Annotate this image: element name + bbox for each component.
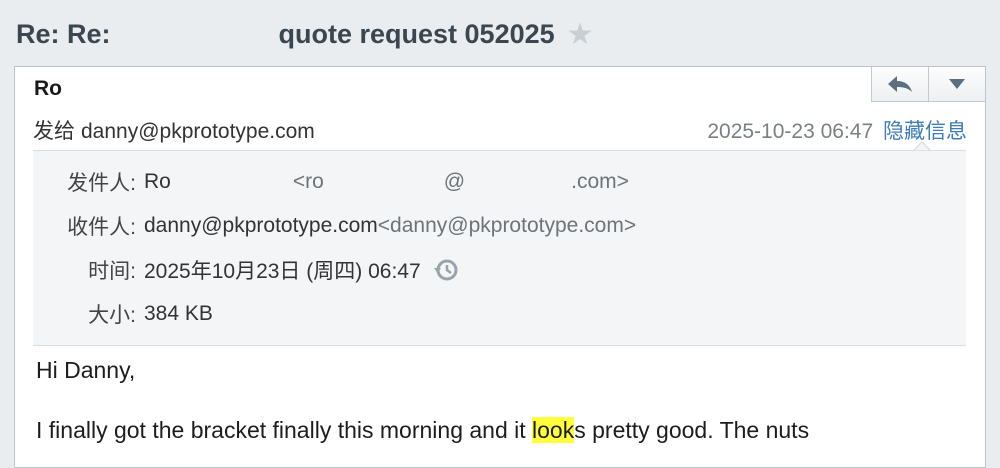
body-line: I finally got the bracket finally this m… — [36, 417, 809, 444]
reply-icon — [888, 76, 912, 92]
body-greeting: Hi Danny, — [36, 357, 136, 383]
time-row: 时间: 2025年10月23日 (周四) 06:47 — [33, 255, 459, 285]
size-label: 大小: — [88, 304, 136, 327]
body-text-segment: s pretty good. The nuts — [574, 417, 810, 443]
from-row: 发件人: Ro <ro @ .com> — [33, 167, 629, 197]
search-highlight: look — [532, 417, 575, 443]
from-email-start: <ro — [292, 170, 324, 193]
body-text-segment: I finally got the bracket finally this m… — [36, 417, 533, 443]
more-actions-button[interactable] — [928, 67, 985, 101]
recipient-row: 收件人: danny@pkprototype.com <danny@pkprot… — [33, 211, 636, 241]
subject-title: quote request 052025 — [278, 18, 555, 49]
message-actions — [871, 67, 985, 102]
chevron-down-icon — [949, 79, 965, 89]
time-label: 时间: — [88, 260, 136, 283]
from-name: Ro — [144, 170, 171, 193]
size-value: 384 KB — [144, 302, 213, 325]
from-email-at: @ — [443, 170, 466, 193]
from-label: 发件人: — [67, 172, 136, 195]
sender-name: Ro — [34, 77, 62, 100]
hide-info-link[interactable]: 隐藏信息 — [883, 120, 967, 143]
recipient-email: <danny@pkprototype.com> — [377, 214, 637, 237]
recipient-name[interactable]: danny@pkprototype.com — [144, 214, 378, 238]
time-value: 2025年10月23日 (周四) 06:47 — [144, 260, 421, 283]
history-icon[interactable] — [433, 257, 459, 283]
from-email-end: .com> — [571, 170, 629, 193]
recipient-line: 发给 danny@pkprototype.com — [33, 115, 315, 145]
recipient-label: 收件人: — [67, 216, 136, 239]
size-row: 大小: 384 KB — [33, 299, 213, 329]
message-card: Ro 发给 danny@pkprototype.com 2025-10-23 06… — [14, 66, 986, 468]
star-icon[interactable]: ★ — [567, 17, 594, 52]
message-date: 2025-10-23 06:47 — [707, 120, 874, 143]
to-label: 发给 — [33, 120, 75, 143]
subject-prefix: Re: Re: — [16, 18, 111, 49]
to-address[interactable]: danny@pkprototype.com — [81, 120, 315, 143]
details-pointer — [913, 141, 931, 151]
email-subject: Re: Re: quote request 052025 ★ — [16, 14, 594, 54]
reply-button[interactable] — [872, 67, 928, 101]
message-details-panel: 发件人: Ro <ro @ .com> 收件人: danny@pkprototy… — [33, 150, 966, 346]
